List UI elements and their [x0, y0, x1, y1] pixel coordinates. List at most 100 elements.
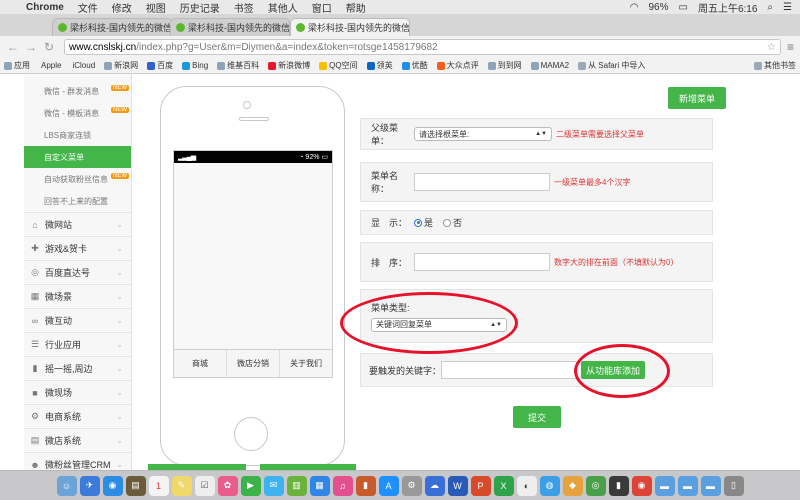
- itunes-icon[interactable]: ♫: [332, 475, 353, 496]
- menu-people[interactable]: 其他人: [268, 0, 298, 15]
- sidebar-subitem-custom-menu[interactable]: 自定义菜单: [24, 146, 131, 168]
- parent-menu-select[interactable]: 请选择根菜单: ▲▼: [414, 127, 552, 141]
- sidebar-subitem[interactable]: 自动获取粉丝信息 NEW: [24, 168, 131, 190]
- battery-icon[interactable]: ▭: [679, 2, 688, 13]
- facetime-icon[interactable]: ▶: [240, 475, 261, 496]
- qq-icon[interactable]: ☁: [424, 475, 445, 496]
- wechat-icon[interactable]: ◎: [585, 475, 606, 496]
- list-icon[interactable]: ☰: [783, 2, 792, 13]
- menu-name-input[interactable]: [414, 173, 550, 191]
- phone-menu-item[interactable]: 微店分销: [227, 350, 280, 377]
- menu-bookmarks[interactable]: 书签: [234, 0, 254, 15]
- sidebar-category[interactable]: ▤ 微店系统 ⌄: [24, 428, 131, 452]
- reload-icon[interactable]: ↻: [42, 40, 56, 54]
- bookmark-apps[interactable]: 应用: [4, 60, 30, 71]
- address-bar[interactable]: www.cnslskj.cn /index.php?g=User&m=Diyme…: [64, 39, 781, 55]
- star-icon[interactable]: ☆: [767, 42, 776, 53]
- sidebar-category[interactable]: ⚙ 电商系统 ⌄: [24, 404, 131, 428]
- ibooks-icon[interactable]: ▮: [355, 475, 376, 496]
- numbers-icon[interactable]: ▥: [286, 475, 307, 496]
- browser-tab-1[interactable]: 梁杉科技-国内领先的微信公众 ×: [52, 18, 172, 36]
- menu-window[interactable]: 窗口: [312, 0, 332, 15]
- sidebar-category[interactable]: ■ 微现场 ⌄: [24, 380, 131, 404]
- folder-icon[interactable]: ▬: [654, 475, 675, 496]
- bookmark-baidu[interactable]: 百度: [147, 60, 173, 71]
- terminal-icon[interactable]: ▮: [608, 475, 629, 496]
- sidebar-subitem[interactable]: 微信 - 模板消息 NEW: [24, 102, 131, 124]
- sidebar-subitem[interactable]: 回答不上来的配置: [24, 190, 131, 212]
- maps-icon[interactable]: ◍: [539, 475, 560, 496]
- safari-icon[interactable]: ◉: [102, 475, 123, 496]
- menu-icon[interactable]: ≡: [787, 40, 794, 54]
- sidebar-category[interactable]: ▮ 摇一摇,周边 ⌄: [24, 356, 131, 380]
- contacts-icon[interactable]: ▤: [125, 475, 146, 496]
- powerpoint-icon[interactable]: P: [470, 475, 491, 496]
- sidebar-category[interactable]: ∞ 微互动 ⌄: [24, 308, 131, 332]
- search-icon[interactable]: ⌕: [767, 2, 773, 13]
- launchpad-icon[interactable]: ✈: [79, 475, 100, 496]
- bookmark-dianping[interactable]: 大众点评: [436, 60, 479, 71]
- calendar-icon[interactable]: 1: [148, 475, 169, 496]
- sidebar-category[interactable]: ◎ 百度直达号 ⌄: [24, 260, 131, 284]
- bookmark-other[interactable]: 其他书签: [754, 60, 796, 71]
- bookmark-weibo[interactable]: 新浪微博: [268, 60, 310, 71]
- folder-icon[interactable]: ▬: [677, 475, 698, 496]
- sidebar-category[interactable]: ✚ 游戏&贺卡 ⌄: [24, 236, 131, 260]
- messages-icon[interactable]: ✉: [263, 475, 284, 496]
- bookmark-label: Bing: [192, 61, 209, 70]
- clock[interactable]: 周五上午6:16: [698, 0, 757, 15]
- back-icon[interactable]: ←: [6, 40, 20, 54]
- phone-menu-item[interactable]: 关于我们: [280, 350, 332, 377]
- sidebar-category[interactable]: ▦ 微场景 ⌄: [24, 284, 131, 308]
- link-icon: ∞: [31, 315, 39, 326]
- display-yes-radio[interactable]: 是: [414, 216, 433, 229]
- bookmark-safari-import[interactable]: 从 Safari 中导入: [578, 60, 645, 71]
- keynote-icon[interactable]: ▦: [309, 475, 330, 496]
- penguin-icon[interactable]: ◐: [516, 475, 537, 496]
- menu-help[interactable]: 帮助: [346, 0, 366, 15]
- bookmark-youku[interactable]: 优酷: [401, 60, 428, 71]
- preferences-icon[interactable]: ⚙: [401, 475, 422, 496]
- keyword-input[interactable]: [441, 361, 577, 379]
- bookmark-linkedin[interactable]: 领英: [366, 60, 393, 71]
- app-icon[interactable]: ◆: [562, 475, 583, 496]
- bookmark-qzone[interactable]: QQ空间: [319, 60, 358, 71]
- trash-icon[interactable]: ▯: [723, 475, 744, 496]
- word-icon[interactable]: W: [447, 475, 468, 496]
- reminders-icon[interactable]: ☑: [194, 475, 215, 496]
- menu-view[interactable]: 视图: [146, 0, 166, 15]
- bookmark-daodao[interactable]: 到到网: [487, 60, 522, 71]
- order-input[interactable]: [414, 253, 550, 271]
- sidebar-subitem[interactable]: LBS商家连锁: [24, 124, 131, 146]
- notes-icon[interactable]: ✎: [171, 475, 192, 496]
- photos-icon[interactable]: ✿: [217, 475, 238, 496]
- forward-icon[interactable]: →: [24, 40, 38, 54]
- battery-text[interactable]: 96%: [648, 2, 668, 13]
- folder-icon[interactable]: ▬: [700, 475, 721, 496]
- browser-tab-3[interactable]: 梁杉科技-国内领先的微信公众 ×: [290, 18, 410, 36]
- bookmark-sina[interactable]: 新浪网: [104, 60, 138, 71]
- bookmark-icloud[interactable]: iCloud: [70, 61, 95, 70]
- menu-file[interactable]: 文件: [78, 0, 98, 15]
- bookmark-wiki[interactable]: 维基百科: [217, 60, 259, 71]
- browser-tab-2[interactable]: 梁杉科技-国内领先的微信公众 ×: [170, 18, 290, 36]
- bookmark-mama2[interactable]: MAMA2: [530, 61, 569, 70]
- menu-edit[interactable]: 修改: [112, 0, 132, 15]
- chrome-icon[interactable]: ◉: [631, 475, 652, 496]
- sidebar-subitem[interactable]: 微信 - 群发消息 NEW: [24, 80, 131, 102]
- wifi-icon[interactable]: ◠: [630, 2, 639, 13]
- sidebar-category[interactable]: ☰ 行业应用 ⌄: [24, 332, 131, 356]
- add-menu-button[interactable]: 新增菜单: [668, 87, 726, 109]
- sidebar-category[interactable]: ⌂ 微网站 ⌄: [24, 212, 131, 236]
- submit-button[interactable]: 提交: [513, 406, 561, 428]
- sidebar-category[interactable]: ☻ 微粉丝管理CRM ⌄: [24, 452, 131, 470]
- menu-history[interactable]: 历史记录: [180, 0, 220, 15]
- bookmark-apple[interactable]: Apple: [39, 61, 61, 70]
- excel-icon[interactable]: X: [493, 475, 514, 496]
- phone-menu-item[interactable]: 商城: [174, 350, 227, 377]
- bookmark-bing[interactable]: Bing: [182, 61, 208, 70]
- finder-icon[interactable]: ☺: [56, 475, 77, 496]
- appstore-icon[interactable]: A: [378, 475, 399, 496]
- app-name[interactable]: Chrome: [26, 2, 64, 13]
- display-no-radio[interactable]: 否: [443, 216, 462, 229]
